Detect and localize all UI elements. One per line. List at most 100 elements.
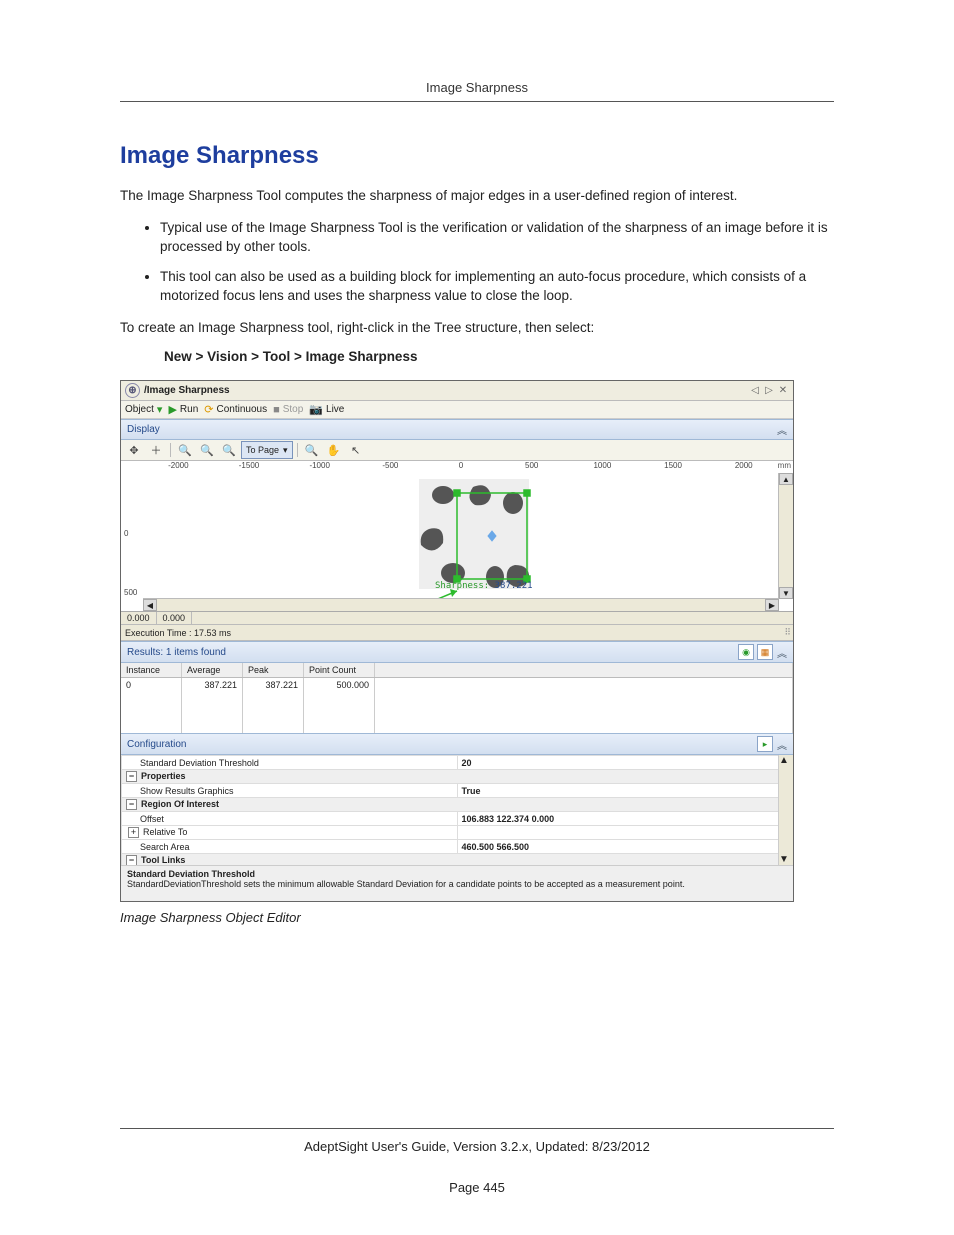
- scroll-up-icon[interactable]: ▲: [779, 755, 793, 766]
- close-icon[interactable]: ✕: [777, 385, 789, 397]
- tick: 1000: [567, 461, 638, 473]
- top-rule: [120, 101, 834, 102]
- cat-properties[interactable]: −Properties: [122, 770, 793, 784]
- continuous-button[interactable]: ⟳ Continuous: [204, 403, 267, 416]
- prop-row[interactable]: +Relative To: [122, 826, 793, 840]
- prop-row[interactable]: Show Results Graphics True: [122, 784, 793, 798]
- zoom-region-icon[interactable]: 🔍: [302, 441, 322, 459]
- menu-object[interactable]: Object ▾: [125, 403, 162, 416]
- prop-row[interactable]: Search Area 460.500 566.500: [122, 840, 793, 854]
- prop-row[interactable]: Standard Deviation Threshold 20: [122, 756, 793, 770]
- scroll-right-icon[interactable]: ▶: [765, 599, 779, 611]
- col-average[interactable]: Average: [182, 663, 243, 678]
- col-pointcount[interactable]: Point Count: [304, 663, 375, 678]
- bullet-2: This tool can also be used as a building…: [160, 267, 834, 306]
- tick: -2000: [143, 461, 214, 473]
- results-panel-header[interactable]: Results: 1 items found ◉ ▦ ︽: [121, 641, 793, 663]
- exec-time-row: Execution Time : 17.53 ms ⠿: [121, 625, 793, 641]
- menubar: Object ▾ ▶ Run ⟳ Continuous ■ Stop 📷 Liv…: [121, 401, 793, 419]
- prop-row[interactable]: Offset 106.883 122.374 0.000: [122, 812, 793, 826]
- pan-tool-icon[interactable]: ✥: [124, 441, 144, 459]
- display-area[interactable]: mm -2000 -1500 -1000 -500 0 500 1000 150…: [121, 461, 793, 612]
- results-btn-1-icon[interactable]: ◉: [738, 644, 754, 660]
- canvas[interactable]: Sharpness: 387.221: [143, 473, 779, 599]
- tick-500: 500: [124, 588, 137, 597]
- col-peak[interactable]: Peak: [243, 663, 304, 678]
- crosshair-icon[interactable]: ＋: [146, 441, 166, 459]
- config-btn-1-icon[interactable]: ▸: [757, 736, 773, 752]
- running-head: Image Sharpness: [120, 80, 834, 95]
- configuration-header-label: Configuration: [127, 739, 186, 750]
- live-button[interactable]: 📷 Live: [309, 403, 344, 416]
- resize-grip-icon[interactable]: ⠿: [784, 627, 789, 638]
- cat-tool-links[interactable]: −Tool Links: [122, 854, 793, 866]
- vertical-scrollbar[interactable]: ▲ ▼: [778, 473, 793, 599]
- collapse-icon[interactable]: ︽: [777, 422, 787, 437]
- cell-pcount: 500.000: [304, 678, 375, 693]
- table-row[interactable]: 0 387.221 387.221 500.000: [121, 678, 793, 693]
- results-table: Instance Average Peak Point Count 0 387.…: [121, 663, 793, 733]
- col-instance[interactable]: Instance: [121, 663, 182, 678]
- collapse-icon[interactable]: ︽: [777, 737, 787, 752]
- cell-peak: 387.221: [243, 678, 304, 693]
- nav-back-icon[interactable]: ◁: [749, 385, 761, 397]
- minus-icon[interactable]: −: [126, 855, 137, 865]
- prop-offset-value[interactable]: 106.883 122.374 0.000: [457, 812, 793, 826]
- minus-icon[interactable]: −: [126, 799, 137, 810]
- hand-tool-icon[interactable]: ✋: [324, 441, 344, 459]
- tick: -500: [355, 461, 426, 473]
- cell-instance: 0: [121, 678, 182, 693]
- play-icon: ▶: [168, 403, 176, 416]
- table-row: [121, 692, 793, 706]
- scroll-down-icon[interactable]: ▼: [779, 854, 793, 865]
- loop-icon: ⟳: [204, 403, 213, 416]
- stop-button[interactable]: ■ Stop: [273, 404, 303, 416]
- instruction-paragraph: To create an Image Sharpness tool, right…: [120, 318, 834, 338]
- bullet-1: Typical use of the Image Sharpness Tool …: [160, 218, 834, 257]
- plus-icon[interactable]: +: [128, 827, 139, 838]
- desc-title: Standard Deviation Threshold: [127, 869, 787, 879]
- zoom-mode-select[interactable]: To Page ▾: [241, 441, 293, 459]
- chevron-down-icon: ▾: [157, 403, 163, 416]
- pointer-tool-icon[interactable]: ↖: [346, 441, 366, 459]
- stop-label: Stop: [283, 404, 304, 415]
- scroll-down-icon[interactable]: ▼: [779, 587, 793, 599]
- overlay-label: Sharpness:: [435, 581, 489, 591]
- exec-time-label: Execution Time : 17.53 ms: [125, 628, 231, 638]
- prop-show-graphics-value[interactable]: True: [457, 784, 793, 798]
- prop-std-thresh-value[interactable]: 20: [457, 756, 793, 770]
- cat-roi-label: Region Of Interest: [141, 799, 219, 809]
- configuration-panel-header[interactable]: Configuration ▸ ︽: [121, 733, 793, 755]
- scroll-left-icon[interactable]: ◀: [143, 599, 157, 611]
- collapse-icon[interactable]: ︽: [777, 645, 787, 660]
- window-title: /Image Sharpness: [144, 385, 230, 396]
- table-row: [121, 720, 793, 733]
- nav-fwd-icon[interactable]: ▷: [763, 385, 775, 397]
- scroll-up-icon[interactable]: ▲: [779, 473, 793, 485]
- cell-average: 387.221: [182, 678, 243, 693]
- run-button[interactable]: ▶ Run: [168, 403, 198, 416]
- results-table-wrap: Instance Average Peak Point Count 0 387.…: [121, 663, 793, 733]
- tick: 1500: [638, 461, 709, 473]
- unit-label: mm: [778, 461, 791, 470]
- prop-offset-label: Offset: [122, 812, 458, 826]
- cat-roi[interactable]: −Region Of Interest: [122, 798, 793, 812]
- camera-icon: 📷: [309, 403, 323, 416]
- prop-relative-to-value[interactable]: [457, 826, 793, 840]
- run-label: Run: [180, 404, 198, 415]
- minus-icon[interactable]: −: [126, 771, 137, 782]
- results-btn-2-icon[interactable]: ▦: [757, 644, 773, 660]
- display-panel-header[interactable]: Display ︽: [121, 419, 793, 440]
- coord-x: 0.000: [121, 612, 157, 624]
- config-scrollbar[interactable]: ▲ ▼: [778, 755, 793, 865]
- zoom-out-icon[interactable]: 🔍: [197, 441, 217, 459]
- tick: 500: [496, 461, 567, 473]
- config-grid-wrap: Standard Deviation Threshold 20 −Propert…: [121, 755, 793, 865]
- prop-search-area-value[interactable]: 460.500 566.500: [457, 840, 793, 854]
- horizontal-scrollbar[interactable]: ◀ ▶: [143, 598, 779, 611]
- zoom-in-icon[interactable]: 🔍: [175, 441, 195, 459]
- desc-body: StandardDeviationThreshold sets the mini…: [127, 879, 787, 889]
- footer-rule: [120, 1128, 834, 1129]
- tick: -1000: [284, 461, 355, 473]
- zoom-reset-icon[interactable]: 🔍: [219, 441, 239, 459]
